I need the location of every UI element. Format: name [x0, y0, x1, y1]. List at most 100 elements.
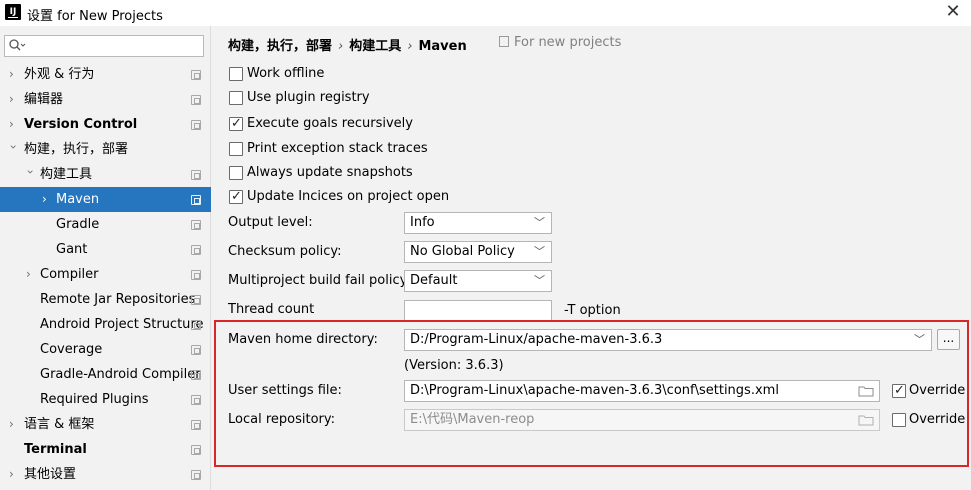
- checkbox-label: Work offline: [247, 66, 325, 81]
- tree-item-label: Compiler: [40, 267, 99, 282]
- checkbox-box[interactable]: [892, 381, 906, 401]
- tree-item-label: 语言 & 框架: [24, 417, 95, 432]
- t-option-hint: -T option: [564, 303, 621, 318]
- for-new-projects-label: For new projects: [514, 35, 622, 50]
- local-repository-input[interactable]: E:\代码\Maven-reop: [404, 409, 880, 431]
- output-level-select[interactable]: Info ﹀: [404, 212, 552, 234]
- project-scope-icon: [191, 370, 201, 380]
- chevron-down-icon[interactable]: ›: [18, 170, 43, 180]
- tree-item-label: 编辑器: [24, 92, 64, 107]
- multiproject-policy-select[interactable]: Default ﹀: [404, 270, 552, 292]
- checkbox-label: Update Incices on project open: [247, 189, 450, 204]
- project-scope-icon: [191, 170, 201, 180]
- thread-count-label: Thread count: [228, 302, 315, 317]
- breadcrumb-item[interactable]: 构建，执行，部署: [228, 39, 332, 54]
- tree-item-editor[interactable]: › 编辑器: [0, 87, 211, 112]
- folder-icon[interactable]: [858, 414, 874, 426]
- tree-item-label: 其他设置: [24, 467, 77, 482]
- project-scope-icon: [499, 36, 509, 47]
- select-value: No Global Policy: [410, 244, 515, 259]
- tree-item-gant[interactable]: Gant: [0, 237, 211, 262]
- settings-tree: › 外观 & 行为 › 编辑器 › Version Control › 构建，执…: [0, 62, 211, 487]
- tree-item-label: Required Plugins: [40, 392, 149, 407]
- tree-item-maven[interactable]: › Maven: [0, 187, 211, 212]
- tree-item-label: 外观 & 行为: [24, 67, 95, 82]
- chevron-right-icon[interactable]: ›: [9, 62, 19, 87]
- tree-item-label: Terminal: [24, 442, 87, 457]
- tree-item-coverage[interactable]: Coverage: [0, 337, 211, 362]
- chevron-right-icon[interactable]: ›: [9, 412, 19, 437]
- project-scope-icon: [191, 420, 201, 430]
- local-repository-value: E:\代码\Maven-reop: [410, 412, 535, 427]
- maven-home-label: Maven home directory:: [228, 332, 378, 347]
- folder-icon[interactable]: [858, 385, 874, 397]
- checkbox-box[interactable]: [229, 142, 243, 156]
- tree-item-build-tools[interactable]: › 构建工具: [0, 162, 211, 187]
- chevron-right-icon[interactable]: ›: [42, 187, 52, 212]
- chevron-down-icon[interactable]: ﹀: [914, 330, 925, 350]
- checkbox-label: Override: [909, 383, 966, 398]
- chevron-right-icon[interactable]: ›: [9, 112, 19, 137]
- checkbox-box[interactable]: [229, 187, 243, 207]
- tree-item-compiler[interactable]: › Compiler: [0, 262, 211, 287]
- project-scope-icon: [191, 320, 201, 330]
- tree-item-label: Coverage: [40, 342, 103, 357]
- tree-item-label: Android Project Structure: [40, 317, 204, 332]
- output-level-label: Output level:: [228, 215, 313, 230]
- breadcrumb-item[interactable]: 构建工具: [349, 39, 401, 54]
- checkbox-box[interactable]: [229, 114, 243, 134]
- checksum-policy-select[interactable]: No Global Policy ﹀: [404, 241, 552, 263]
- checkbox-label: Use plugin registry: [247, 90, 370, 105]
- tree-item-remote-jar-repositories[interactable]: Remote Jar Repositories: [0, 287, 211, 312]
- browse-button[interactable]: ...: [937, 329, 960, 350]
- thread-count-input[interactable]: [404, 300, 552, 322]
- tree-item-languages-frameworks[interactable]: › 语言 & 框架: [0, 412, 211, 437]
- tree-item-version-control[interactable]: › Version Control: [0, 112, 211, 137]
- project-scope-icon: [191, 270, 201, 280]
- tree-item-appearance[interactable]: › 外观 & 行为: [0, 62, 211, 87]
- tree-item-terminal[interactable]: Terminal: [0, 437, 211, 462]
- checkbox-box[interactable]: [229, 67, 243, 81]
- tree-item-gradle-android-compiler[interactable]: Gradle-Android Compiler: [0, 362, 211, 387]
- tree-item-other-settings[interactable]: › 其他设置: [0, 462, 211, 487]
- tree-item-label: Gradle: [56, 217, 100, 232]
- maven-home-value: D:/Program-Linux/apache-maven-3.6.3: [410, 332, 663, 347]
- checkbox-label: Execute goals recursively: [247, 116, 413, 131]
- tree-item-gradle[interactable]: Gradle: [0, 212, 211, 237]
- checkbox-box[interactable]: [229, 91, 243, 105]
- tree-item-label: Version Control: [24, 117, 138, 132]
- project-scope-icon: [191, 445, 201, 455]
- checkbox-box[interactable]: [229, 166, 243, 180]
- tree-item-android-project-structure[interactable]: Android Project Structure: [0, 312, 211, 337]
- chevron-right-icon[interactable]: ›: [9, 462, 19, 487]
- tree-item-label: Maven: [56, 192, 100, 207]
- close-icon[interactable]: ✕: [943, 2, 963, 22]
- tree-item-label: Remote Jar Repositories: [40, 292, 196, 307]
- chevron-down-icon[interactable]: ›: [1, 145, 26, 155]
- checkbox-label: Always update snapshots: [247, 165, 413, 180]
- title-bar: IJ 设置 for New Projects ✕: [0, 0, 971, 26]
- chevron-down-icon: ﹀: [534, 274, 545, 287]
- checkbox-label: Override: [909, 412, 966, 427]
- project-scope-icon: [191, 345, 201, 355]
- for-new-projects-note: For new projects: [499, 35, 621, 50]
- user-settings-value: D:\Program-Linux\apache-maven-3.6.3\conf…: [410, 383, 779, 398]
- project-scope-icon: [191, 295, 201, 305]
- user-settings-input[interactable]: D:\Program-Linux\apache-maven-3.6.3\conf…: [404, 380, 880, 402]
- maven-home-combobox[interactable]: D:/Program-Linux/apache-maven-3.6.3 ﹀: [404, 329, 932, 351]
- checkbox-box[interactable]: [892, 413, 906, 427]
- tree-item-label: 构建工具: [40, 167, 93, 182]
- tree-item-build-execution-deployment[interactable]: › 构建，执行，部署: [0, 137, 211, 162]
- user-settings-label: User settings file:: [228, 383, 342, 398]
- maven-settings-panel: 构建，执行，部署 › 构建工具 › Maven For new projects Wor…: [212, 26, 971, 490]
- breadcrumb-separator: ›: [338, 39, 344, 54]
- window-title: 设置 for New Projects: [27, 9, 163, 24]
- breadcrumb-separator: ›: [407, 39, 413, 54]
- tree-item-required-plugins[interactable]: Required Plugins: [0, 387, 211, 412]
- project-scope-icon: [191, 95, 201, 105]
- settings-search-input[interactable]: [4, 35, 204, 57]
- project-scope-icon: [191, 470, 201, 480]
- project-scope-icon: [191, 120, 201, 130]
- chevron-right-icon[interactable]: ›: [26, 262, 36, 287]
- chevron-right-icon[interactable]: ›: [9, 87, 19, 112]
